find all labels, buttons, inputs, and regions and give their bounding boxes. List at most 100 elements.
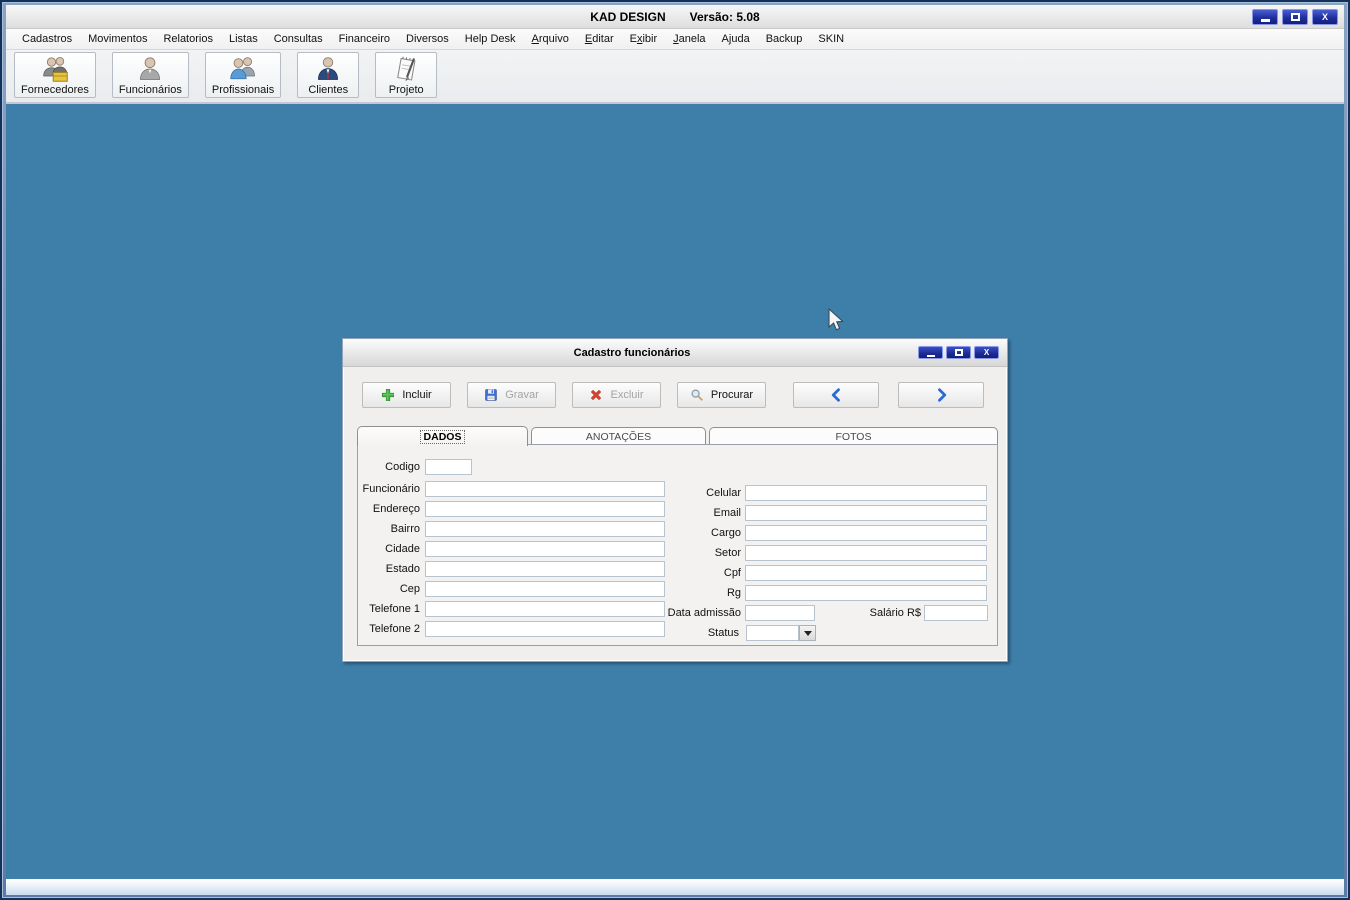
close-icon: X	[983, 348, 990, 357]
toolbar-button-label: Clientes	[308, 84, 349, 96]
close-button[interactable]: X	[1312, 9, 1338, 25]
arrow-left-icon	[831, 388, 840, 402]
maximize-icon	[954, 349, 963, 356]
cargo-input[interactable]	[745, 525, 987, 541]
telefone2-label: Telefone 2	[369, 623, 420, 635]
toolbar-button-label: Fornecedores	[21, 84, 89, 96]
child-close-button[interactable]: X	[974, 346, 999, 359]
minimize-button[interactable]	[1252, 9, 1278, 25]
mdi-workspace: Cadastro funcionários X Incluir Gravar E…	[6, 104, 1344, 879]
tab-fotos[interactable]: FOTOS	[709, 427, 998, 445]
incluir-button[interactable]: Incluir	[362, 382, 451, 408]
menu-arquivo[interactable]: Arquivo	[524, 31, 577, 47]
application-window: KAD DESIGN Versão: 5.08 X Cadastros Movi…	[0, 0, 1350, 900]
arrow-right-icon	[937, 388, 946, 402]
menu-listas[interactable]: Listas	[221, 31, 266, 47]
incluir-label: Incluir	[402, 389, 432, 401]
child-window-body: Incluir Gravar Excluir Procurar DADOS AN…	[343, 367, 1007, 663]
salario-label: Salário R$	[869, 607, 921, 619]
professionals-people-icon	[230, 57, 255, 80]
menu-cadastros[interactable]: Cadastros	[14, 31, 80, 47]
save-floppy-icon	[485, 389, 497, 401]
gravar-label: Gravar	[505, 389, 539, 401]
rg-input[interactable]	[745, 585, 987, 601]
endereco-label: Endereço	[372, 503, 420, 515]
close-icon: X	[1321, 12, 1328, 22]
estado-label: Estado	[385, 563, 420, 575]
maximize-icon	[1290, 13, 1300, 21]
salario-input[interactable]	[924, 605, 988, 621]
tab-label: FOTOS	[835, 430, 872, 443]
menu-financeiro[interactable]: Financeiro	[331, 31, 398, 47]
search-magnifier-icon	[691, 389, 703, 401]
setor-input[interactable]	[745, 545, 987, 561]
main-titlebar[interactable]: KAD DESIGN Versão: 5.08 X	[6, 5, 1344, 29]
cargo-label: Cargo	[711, 527, 741, 539]
child-minimize-button[interactable]	[918, 346, 943, 359]
setor-label: Setor	[714, 547, 741, 559]
cidade-label: Cidade	[385, 543, 420, 555]
menu-skin[interactable]: SKIN	[810, 31, 852, 47]
suppliers-people-icon	[43, 57, 68, 82]
previous-record-button[interactable]	[793, 382, 879, 408]
email-input[interactable]	[745, 505, 987, 521]
child-maximize-button[interactable]	[946, 346, 971, 359]
menu-exibir[interactable]: Exibir	[622, 31, 666, 47]
window-controls: X	[1252, 9, 1338, 25]
celular-input[interactable]	[745, 485, 987, 501]
minimize-icon	[926, 354, 935, 357]
status-combobox-input[interactable]	[746, 625, 799, 641]
mouse-cursor	[828, 308, 844, 331]
profissionais-button[interactable]: Profissionais	[204, 52, 282, 98]
tab-anotacoes[interactable]: ANOTAÇÕES	[531, 427, 706, 445]
cpf-input[interactable]	[745, 565, 987, 581]
status-label: Status	[707, 627, 739, 639]
menu-diversos[interactable]: Diversos	[398, 31, 457, 47]
fornecedores-button[interactable]: Fornecedores	[14, 52, 96, 98]
next-record-button[interactable]	[898, 382, 984, 408]
procurar-button[interactable]: Procurar	[677, 382, 766, 408]
telefone1-label: Telefone 1	[369, 603, 420, 615]
menu-editar[interactable]: Editar	[577, 31, 622, 47]
tab-dados[interactable]: DADOS	[357, 426, 528, 446]
email-label: Email	[713, 507, 741, 519]
tab-label: DADOS	[419, 429, 466, 444]
excluir-button[interactable]: Excluir	[572, 382, 661, 408]
data-admissao-label: Data admissão	[667, 607, 741, 619]
minimize-icon	[1260, 19, 1270, 22]
bairro-label: Bairro	[390, 523, 420, 535]
codigo-input[interactable]	[425, 459, 472, 475]
cadastro-funcionarios-window: Cadastro funcionários X Incluir Gravar E…	[342, 338, 1008, 662]
tab-label: ANOTAÇÕES	[585, 430, 652, 443]
status-dropdown-button[interactable]	[799, 625, 816, 641]
status-bar	[6, 879, 1344, 895]
toolbar-button-label: Profissionais	[211, 84, 275, 96]
app-title: KAD DESIGN	[590, 9, 666, 24]
data-admissao-input[interactable]	[745, 605, 815, 621]
menu-help-desk[interactable]: Help Desk	[457, 31, 524, 47]
menu-movimentos[interactable]: Movimentos	[80, 31, 155, 47]
clientes-button[interactable]: Clientes	[297, 52, 360, 98]
funcionario-label: Funcionário	[362, 483, 420, 495]
projeto-button[interactable]: Projeto	[375, 52, 438, 98]
rg-label: Rg	[726, 587, 741, 599]
excluir-label: Excluir	[610, 389, 644, 401]
menu-relatorios[interactable]: Relatorios	[155, 31, 221, 47]
menu-ajuda[interactable]: Ajuda	[714, 31, 758, 47]
child-titlebar[interactable]: Cadastro funcionários X	[343, 339, 1007, 367]
gravar-button[interactable]: Gravar	[467, 382, 556, 408]
menu-backup[interactable]: Backup	[758, 31, 811, 47]
child-window-title: Cadastro funcionários	[573, 346, 691, 359]
codigo-label: Codigo	[385, 461, 420, 473]
employee-person-icon	[140, 57, 161, 80]
menu-janela[interactable]: Janela	[665, 31, 713, 47]
delete-x-icon	[591, 389, 602, 401]
cep-label: Cep	[399, 583, 420, 595]
child-window-controls: X	[918, 346, 999, 359]
funcionarios-button[interactable]: Funcionários	[111, 52, 189, 98]
menu-consultas[interactable]: Consultas	[266, 31, 331, 47]
maximize-button[interactable]	[1282, 9, 1308, 25]
menubar: Cadastros Movimentos Relatorios Listas C…	[6, 29, 1344, 50]
procurar-label: Procurar	[710, 389, 754, 401]
toolbar-button-label: Funcionários	[118, 84, 182, 96]
